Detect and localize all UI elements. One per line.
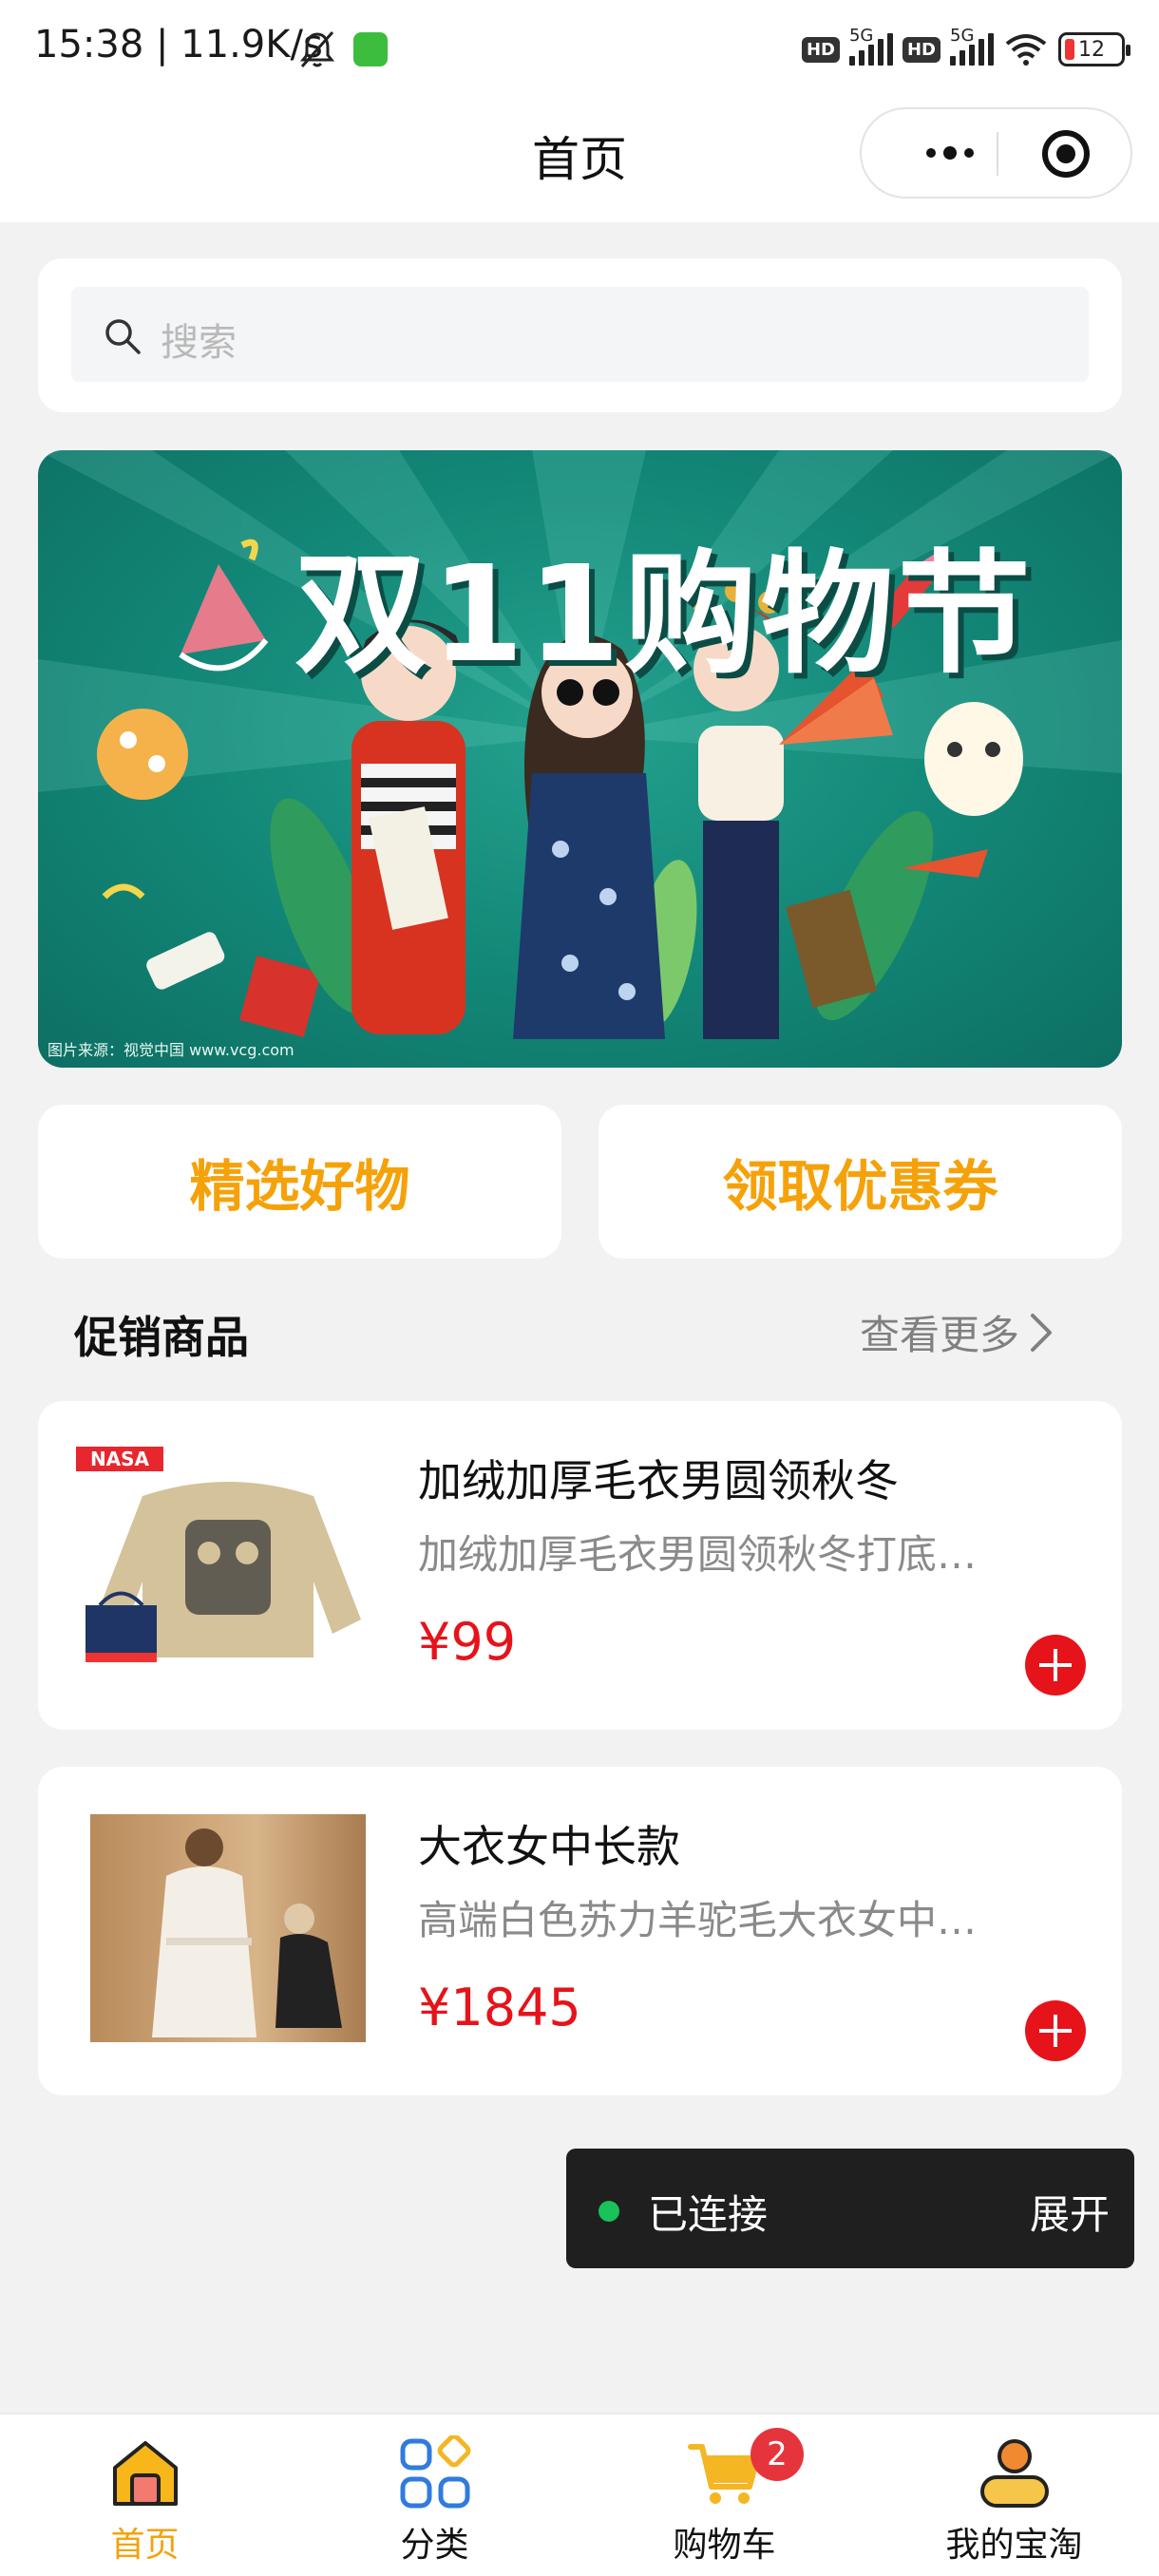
section-title: 促销商品	[74, 1312, 249, 1363]
product-image	[76, 1805, 385, 2042]
tab-label: 分类	[400, 2526, 469, 2565]
search-placeholder: 搜索	[161, 321, 237, 365]
product-image: NASA	[76, 1439, 385, 1676]
signal-icon: 5G	[950, 26, 994, 66]
featured-goods-button[interactable]: 精选好物	[38, 1105, 561, 1259]
product-price: ¥99	[418, 1612, 517, 1672]
app-notification-icon	[353, 32, 388, 66]
category-icon	[400, 2435, 470, 2509]
add-to-cart-button[interactable]	[1025, 1635, 1086, 1695]
tab-category[interactable]: 分类	[290, 2415, 580, 2576]
status-bar: 15:38 | 11.9K/s HD 5G HD 5G 12	[0, 0, 1159, 99]
wifi-icon	[1005, 34, 1047, 66]
tab-profile[interactable]: 我的宝淘	[869, 2415, 1159, 2576]
product-name: 大衣女中长款	[418, 1821, 680, 1872]
view-more-link[interactable]: 查看更多	[860, 1303, 1054, 1361]
connection-status: 已连接	[648, 2191, 769, 2238]
home-icon	[112, 2441, 178, 2506]
expand-button[interactable]: 展开	[1030, 2183, 1110, 2241]
search-icon	[105, 319, 141, 354]
network-type: 5G	[950, 26, 975, 46]
status-time: 15:38 | 11.9K/s	[34, 23, 323, 66]
tab-label: 我的宝淘	[945, 2526, 1083, 2565]
add-to-cart-button[interactable]	[1025, 2000, 1086, 2061]
product-price: ¥1845	[418, 1978, 581, 2037]
connected-dot-icon	[598, 2201, 619, 2222]
network-type: 5G	[848, 26, 874, 46]
view-more-label: 查看更多	[860, 1312, 1020, 1358]
product-card[interactable]: NASA 加绒加厚毛衣男圆领秋冬 加绒加厚毛衣男圆领秋冬打底… ¥99	[38, 1401, 1122, 1730]
chevron-right-icon	[1031, 1313, 1053, 1352]
hd-badge: HD	[902, 36, 940, 63]
product-name: 加绒加厚毛衣男圆领秋冬	[418, 1455, 899, 1506]
capsule-divider	[997, 132, 998, 176]
product-description: 高端白色苏力羊驼毛大衣女中…	[418, 1897, 978, 1943]
product-image-logo: NASA	[90, 1448, 150, 1470]
target-icon[interactable]	[1042, 130, 1090, 178]
battery-level: 12	[1078, 37, 1105, 62]
product-description: 加绒加厚毛衣男圆领秋冬打底…	[418, 1531, 978, 1578]
tab-home[interactable]: 首页	[0, 2415, 290, 2576]
nav-bar: 首页	[0, 99, 1159, 222]
cart-count-badge: 2	[750, 2428, 804, 2481]
more-icon[interactable]	[900, 109, 999, 197]
promo-banner[interactable]: 双11购物节 图片来源：视觉中国 www.vcg.com	[38, 450, 1122, 1068]
battery-icon: 12	[1058, 32, 1130, 66]
mini-program-capsule	[860, 107, 1132, 199]
hd-badge: HD	[801, 36, 840, 63]
mute-bell-icon	[299, 31, 335, 67]
tab-bar: 首页 分类 2 购物车 我的宝淘	[0, 2413, 1159, 2576]
profile-icon	[979, 2439, 1049, 2508]
product-card[interactable]: 大衣女中长款 高端白色苏力羊驼毛大衣女中… ¥1845	[38, 1767, 1122, 2095]
signal-icon: 5G	[848, 26, 893, 66]
search-card: 搜索	[38, 258, 1122, 412]
tab-cart[interactable]: 2 购物车	[580, 2415, 869, 2576]
search-input[interactable]: 搜索	[71, 287, 1089, 382]
banner-title: 双11购物节	[294, 538, 1035, 692]
get-coupon-button[interactable]: 领取优惠券	[598, 1105, 1122, 1259]
connection-toast: 已连接 展开	[566, 2149, 1134, 2268]
banner-credit: 图片来源：视觉中国 www.vcg.com	[48, 1041, 294, 1059]
tab-label: 购物车	[673, 2526, 776, 2565]
tab-label: 首页	[110, 2526, 180, 2565]
